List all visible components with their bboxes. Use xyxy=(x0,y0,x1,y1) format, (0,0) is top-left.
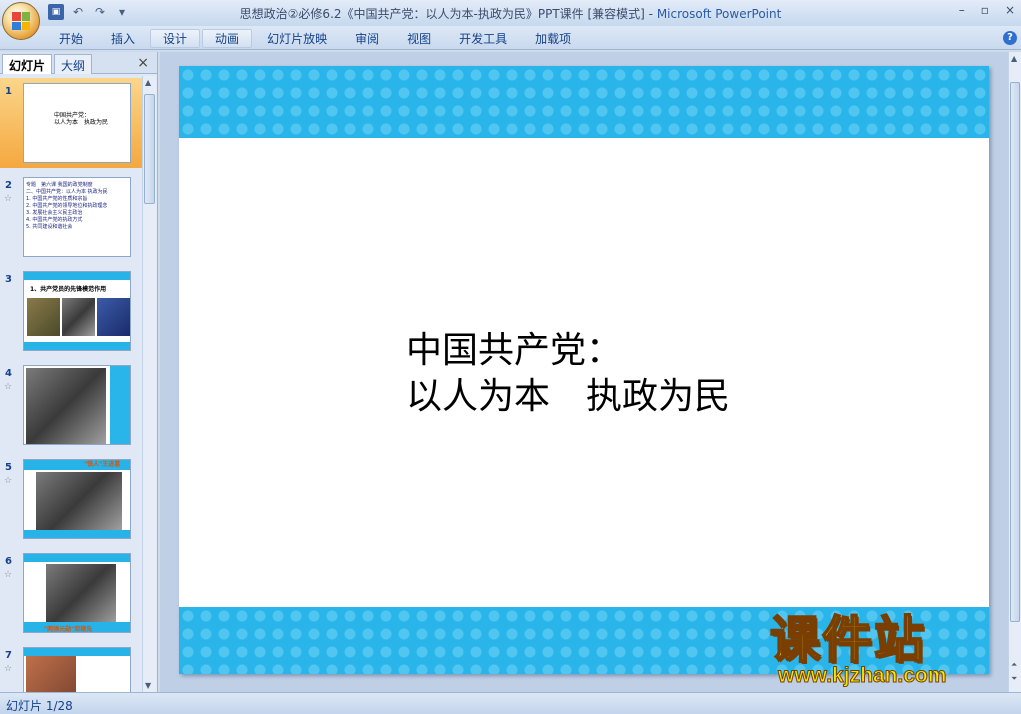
scroll-thumb[interactable] xyxy=(1010,82,1020,622)
previous-slide-icon[interactable]: ⏶ xyxy=(1011,660,1017,670)
slide-band xyxy=(24,530,130,538)
slide-thumbnail-2[interactable]: 2 ☆ 专题 第六课 我国的政党制度 二、中国共产党：以人为本 执政为民 1. … xyxy=(0,172,142,262)
slide-top-band xyxy=(179,66,989,138)
animation-star-icon: ☆ xyxy=(4,382,13,392)
slide-number: 3 xyxy=(5,274,12,285)
photo xyxy=(26,656,76,692)
slide-band xyxy=(24,342,130,350)
editor-scrollbar[interactable]: ▲ ⏶ ⏷ xyxy=(1008,52,1021,692)
slide-preview: "两弹元勋"邓稼先 xyxy=(23,553,131,633)
animation-star-icon: ☆ xyxy=(4,570,13,580)
photo xyxy=(36,472,122,530)
slide-band xyxy=(110,366,130,444)
title-bar: ▣ ↶ ↷ ▾ 思想政治②必修6.2《中国共产党：以人为本-执政为民》PPT课件… xyxy=(0,0,1021,26)
title-line-2: 以人为本 执政为民 xyxy=(406,376,731,417)
tab-review[interactable]: 审阅 xyxy=(342,29,392,48)
next-slide-icon[interactable]: ⏷ xyxy=(1011,674,1017,684)
maximize-button[interactable]: ▫ xyxy=(981,3,989,17)
slide-preview: 1、共产党员的先锋模范作用 xyxy=(23,271,131,351)
photo xyxy=(46,564,116,624)
thumbnail-text: "两弹元勋"邓稼先 xyxy=(44,626,93,633)
slide-band xyxy=(24,554,130,562)
window-controls: – ▫ × xyxy=(959,3,1015,17)
window-title: 思想政治②必修6.2《中国共产党：以人为本-执政为民》PPT课件 [兼容模式] … xyxy=(239,7,782,21)
scroll-down-icon[interactable]: ▼ xyxy=(145,681,151,690)
tab-home[interactable]: 开始 xyxy=(46,29,96,48)
slide-thumbnail-4[interactable]: 4 ☆ xyxy=(0,360,142,450)
animation-star-icon: ☆ xyxy=(4,664,13,674)
slide-preview: 中国共产党： 以人为本 执政为民 xyxy=(23,83,131,163)
tab-developer[interactable]: 开发工具 xyxy=(446,29,520,48)
slide-editor: 中国共产党： 以人为本 执政为民 xyxy=(160,52,1008,692)
pane-tabs: 幻灯片 大纲 × xyxy=(0,52,157,74)
office-logo-icon xyxy=(12,12,30,30)
thumbnail-scrollbar[interactable]: ▲ ▼ xyxy=(142,76,156,692)
slide-preview xyxy=(23,647,131,692)
help-icon[interactable]: ? xyxy=(1003,31,1017,45)
animation-star-icon: ☆ xyxy=(4,194,13,204)
tab-view[interactable]: 视图 xyxy=(394,29,444,48)
document-title: 思想政治②必修6.2《中国共产党：以人为本-执政为民》PPT课件 [兼容模式] xyxy=(239,7,645,21)
thumbnail-text: 1、共产党员的先锋模范作用 xyxy=(30,286,107,293)
watermark-url: www.kjzhan.com xyxy=(777,664,947,688)
slide-number: 7 xyxy=(5,650,12,661)
slide-band xyxy=(24,272,130,280)
tab-design[interactable]: 设计 xyxy=(150,29,201,48)
tab-slides[interactable]: 幻灯片 xyxy=(2,54,53,74)
current-slide[interactable]: 中国共产党： 以人为本 执政为民 xyxy=(179,66,989,674)
title-line-1: 中国共产党： xyxy=(406,330,623,371)
slide-thumbnail-1[interactable]: 1 中国共产党： 以人为本 执政为民 xyxy=(0,78,142,168)
slide-title[interactable]: 中国共产党： 以人为本 执政为民 xyxy=(406,328,730,420)
close-pane-icon[interactable]: × xyxy=(137,55,149,71)
thumbnail-text: "铁人"王进喜 xyxy=(84,461,121,468)
slide-thumbnail-5[interactable]: 5 ☆ "铁人"王进喜 xyxy=(0,454,142,544)
watermark-logo: 课件站 www.kjzhan.com xyxy=(769,611,1002,692)
slides-pane: 幻灯片 大纲 × 1 中国共产党： 以人为本 执政为民 2 ☆ 专题 第六课 我… xyxy=(0,52,158,692)
slide-band xyxy=(24,648,130,656)
thumbnail-text: 中国共产党： 以人为本 执政为民 xyxy=(54,112,109,126)
animation-star-icon: ☆ xyxy=(4,476,13,486)
minimize-button[interactable]: – xyxy=(959,3,965,17)
thumbnail-text: 专题 第六课 我国的政党制度 二、中国共产党：以人为本 执政为民 1. 中国共产… xyxy=(26,182,108,230)
slide-number: 5 xyxy=(5,462,12,473)
office-button[interactable] xyxy=(2,2,40,40)
scroll-thumb[interactable] xyxy=(144,94,155,204)
tab-insert[interactable]: 插入 xyxy=(98,29,148,48)
tab-animations[interactable]: 动画 xyxy=(202,29,253,48)
ribbon-tab-bar: 开始 插入 设计 动画 幻灯片放映 审阅 视图 开发工具 加载项 ? xyxy=(0,26,1021,50)
slide-thumbnail-7[interactable]: 7 ☆ xyxy=(0,642,142,692)
tab-outline[interactable]: 大纲 xyxy=(54,54,93,74)
photo xyxy=(26,368,106,444)
thumbnail-list: 1 中国共产党： 以人为本 执政为民 2 ☆ 专题 第六课 我国的政党制度 二、… xyxy=(0,76,142,692)
close-button[interactable]: × xyxy=(1005,3,1015,17)
scroll-up-icon[interactable]: ▲ xyxy=(145,78,151,87)
slide-number: 4 xyxy=(5,368,12,379)
status-bar: 幻灯片 1/28 xyxy=(0,692,1021,714)
slide-number: 6 xyxy=(5,556,12,567)
slide-preview xyxy=(23,365,131,445)
watermark-text: 课件站 xyxy=(769,611,926,669)
tab-addins[interactable]: 加载项 xyxy=(522,29,584,48)
slide-number: 2 xyxy=(5,180,12,191)
tab-slideshow[interactable]: 幻灯片放映 xyxy=(254,29,340,48)
photo xyxy=(97,298,130,336)
slide-count: 幻灯片 1/28 xyxy=(6,699,73,713)
photo xyxy=(62,298,95,336)
slide-thumbnail-6[interactable]: 6 ☆ "两弹元勋"邓稼先 xyxy=(0,548,142,638)
slide-number: 1 xyxy=(5,86,12,97)
photo xyxy=(27,298,60,336)
slide-thumbnail-3[interactable]: 3 1、共产党员的先锋模范作用 xyxy=(0,266,142,356)
app-name: Microsoft PowerPoint xyxy=(656,7,782,21)
slide-preview: 专题 第六课 我国的政党制度 二、中国共产党：以人为本 执政为民 1. 中国共产… xyxy=(23,177,131,257)
slide-preview: "铁人"王进喜 xyxy=(23,459,131,539)
scroll-up-icon[interactable]: ▲ xyxy=(1011,54,1017,63)
